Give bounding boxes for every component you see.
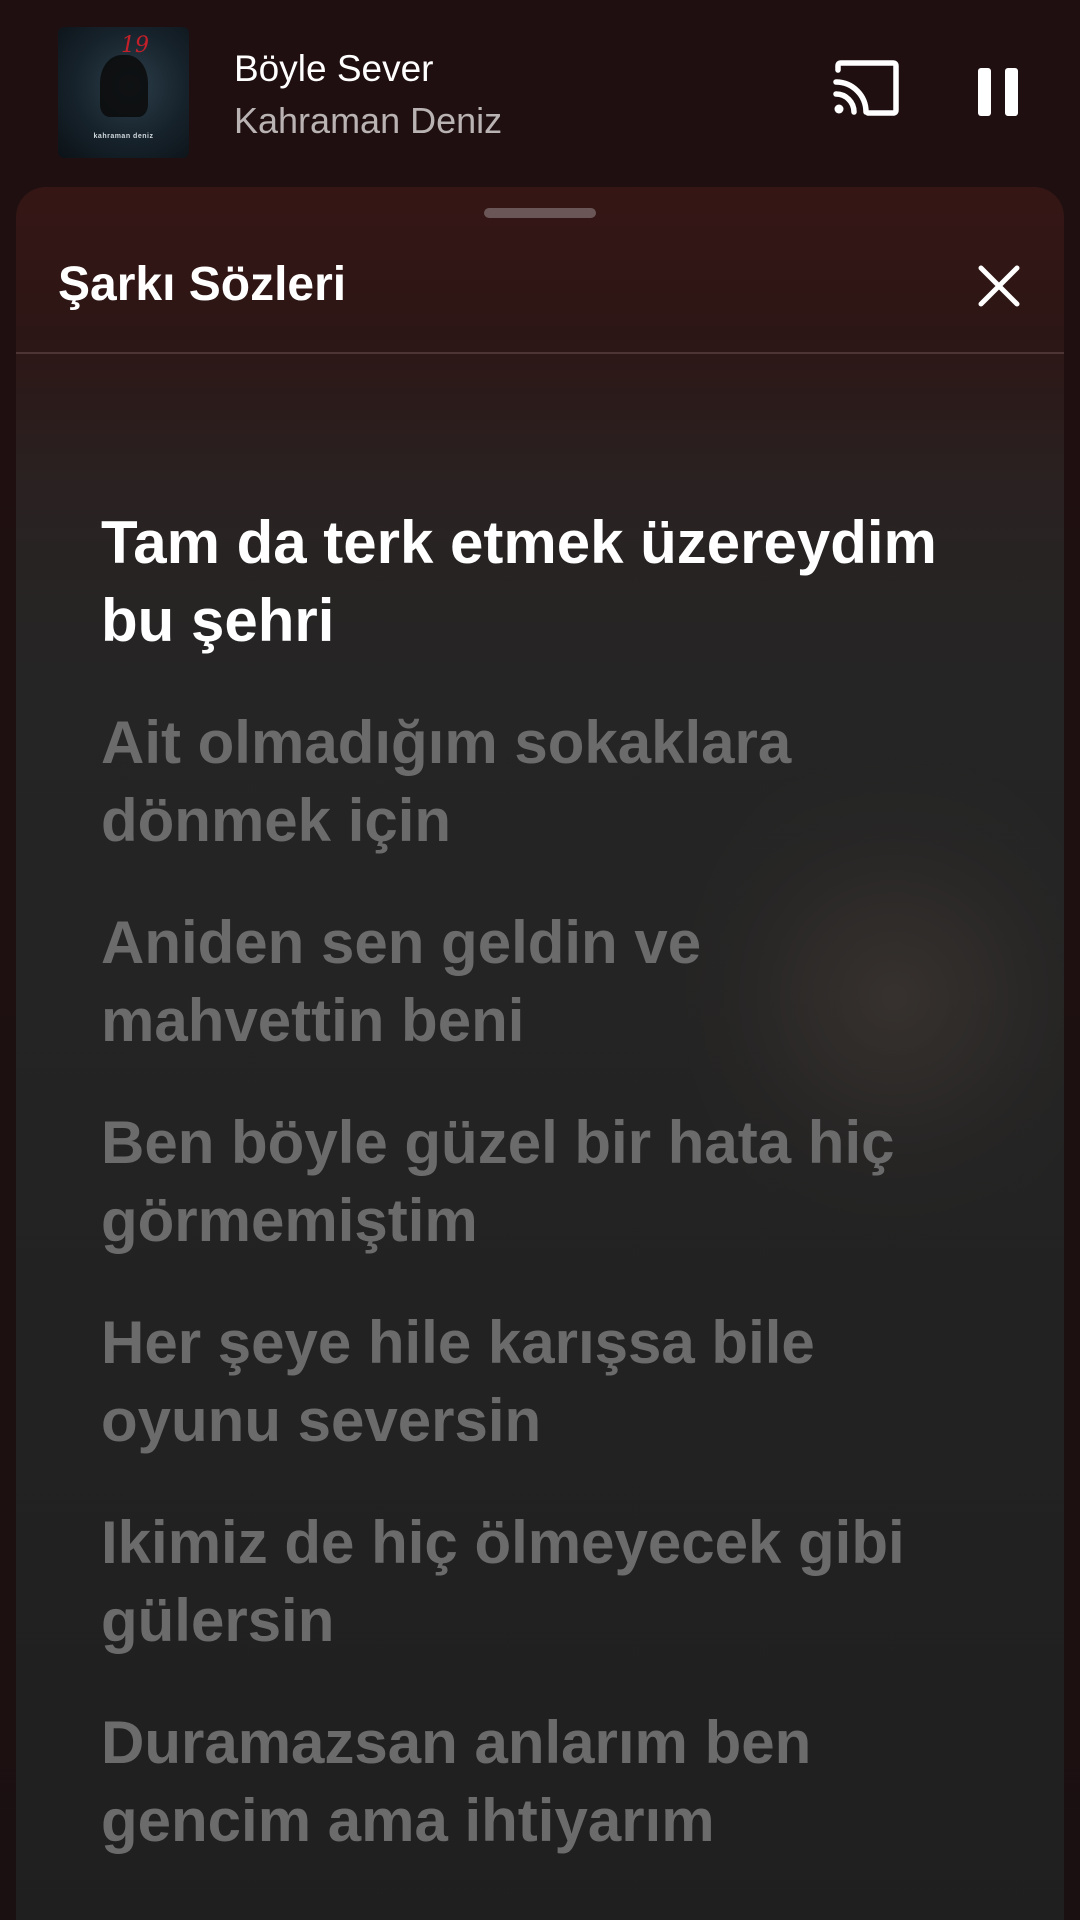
sheet-title: Şarkı Sözleri [58, 258, 347, 311]
lyric-line[interactable]: Ikimiz de hiç ölmeyecek gibi gülersin [101, 1504, 1001, 1660]
mini-player[interactable]: 19 kahraman deniz Böyle Sever Kahraman D… [0, 0, 1080, 190]
cast-icon [833, 60, 899, 116]
lyric-line[interactable]: Aniden sen geldin ve mahvettin beni [101, 904, 1001, 1060]
close-button[interactable] [976, 263, 1022, 309]
pause-icon [978, 68, 1018, 116]
lyric-line[interactable]: Duramazsan anlarım ben gencim ama ihtiya… [101, 1704, 1001, 1860]
lyric-line[interactable]: Ben böyle güzel bir hata hiç görmemiştim [101, 1104, 1001, 1260]
track-title[interactable]: Böyle Sever [234, 48, 434, 90]
lyrics-sheet: Şarkı Sözleri Tam da terk etmek üzereydi… [16, 187, 1064, 1920]
album-art-caption: kahraman deniz [93, 133, 154, 140]
lyrics-list: Tam da terk etmek üzereydim bu şehri Ait… [101, 504, 1001, 1904]
track-artist[interactable]: Kahraman Deniz [234, 100, 502, 142]
drag-handle[interactable] [484, 208, 596, 218]
lyric-line[interactable]: Her şeye hile karışsa bile oyunu seversi… [101, 1304, 1001, 1460]
album-art: 19 kahraman deniz [58, 27, 189, 158]
pause-button[interactable] [972, 66, 1024, 118]
lyric-line[interactable]: Ait olmadığım sokaklara dönmek için [101, 704, 1001, 860]
album-art-number: 19 [121, 33, 149, 58]
lyric-line[interactable]: Tam da terk etmek üzereydim bu şehri [101, 504, 1001, 660]
close-icon [978, 265, 1020, 307]
sheet-divider [16, 352, 1064, 354]
cast-button[interactable] [832, 60, 900, 118]
album-art-figure [100, 55, 148, 117]
lyrics-screen: 19 kahraman deniz Böyle Sever Kahraman D… [0, 0, 1080, 1920]
